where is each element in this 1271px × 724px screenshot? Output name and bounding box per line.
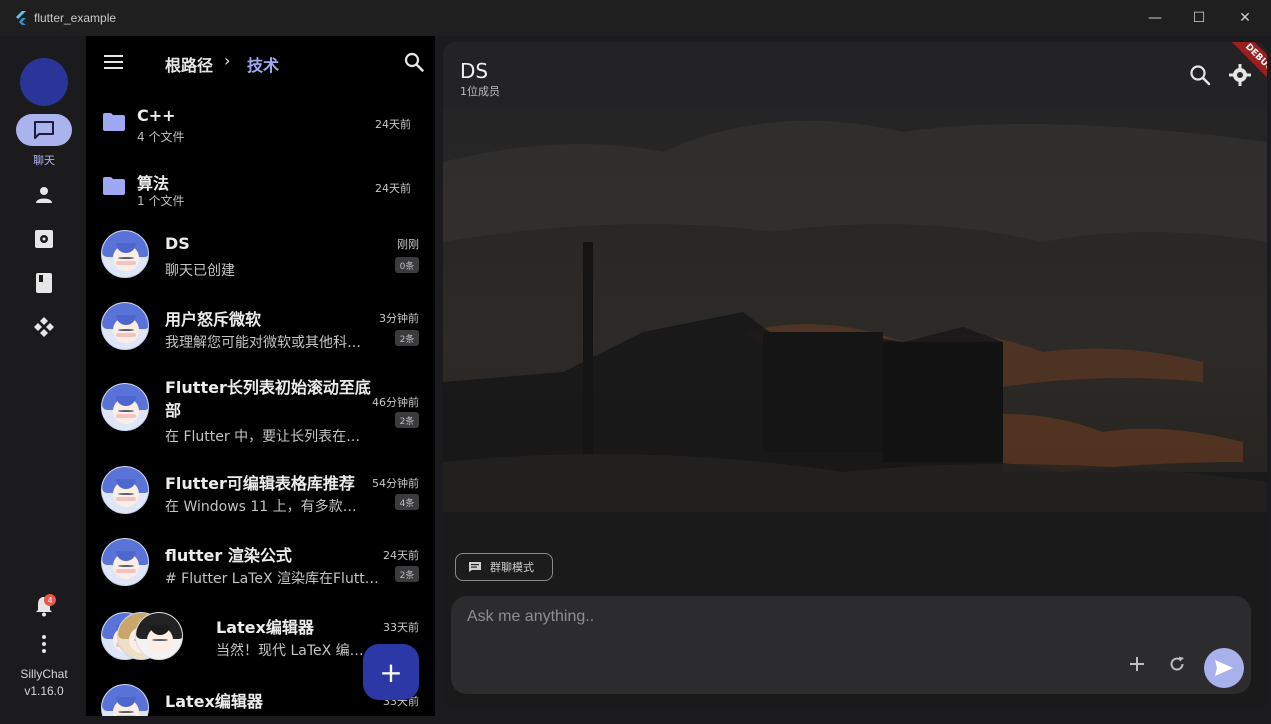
chat-preview: 我理解您可能对微软或其他科技公司有些不满: [165, 335, 367, 351]
chat-name: Latex编辑器: [165, 692, 263, 711]
nav-contacts[interactable]: [32, 183, 56, 207]
folder-name: 算法: [137, 174, 170, 193]
refresh-icon[interactable]: [1168, 655, 1186, 673]
chat-row[interactable]: flutter 渲染公式 # Flutter LaTeX 渲染库在Flutter…: [86, 530, 435, 598]
send-icon: [1215, 660, 1233, 676]
message-count-badge: 4条: [395, 494, 419, 510]
message-count-badge: 2条: [395, 566, 419, 582]
breadcrumb-root[interactable]: 根路径: [165, 52, 213, 76]
chat-title: DS: [460, 59, 489, 83]
search-icon[interactable]: [1189, 64, 1211, 86]
message-composer: Ask me anything..: [451, 596, 1251, 694]
chat-icon: [469, 562, 481, 572]
menu-icon[interactable]: [104, 55, 123, 69]
nav-book[interactable]: [32, 271, 56, 295]
notification-badge: 4: [44, 594, 56, 606]
app-info: SillyChat v1.16.0: [4, 666, 84, 700]
list-header: 根路径 › 技术: [86, 36, 435, 88]
chat-time: 33天前: [383, 621, 419, 634]
chat-preview: 在 Windows 11 上，有多款优秀的可编辑表格库: [165, 499, 367, 515]
window-title: flutter_example: [34, 11, 117, 25]
search-icon[interactable]: [404, 52, 424, 72]
app-version: v1.16.0: [24, 684, 64, 698]
message-count-badge: 2条: [395, 330, 419, 346]
book-icon: [36, 273, 52, 293]
chat-time: 24天前: [383, 549, 419, 562]
folder-file-count: 1 个文件: [137, 194, 185, 208]
avatar: [101, 684, 149, 716]
gear-icon[interactable]: [1229, 64, 1251, 86]
chat-preview: 在 Flutter 中，要让长列表在初始化时滚动到底部: [165, 429, 367, 445]
chat-time: 刚刚: [397, 238, 419, 251]
chat-pane: DS 1位成员 DEBUG 群聊模式 Ask me anything..: [443, 42, 1267, 708]
folder-time: 24天前: [375, 182, 411, 195]
close-button[interactable]: ✕: [1222, 0, 1268, 36]
chat-row[interactable]: 用户怒斥微软 我理解您可能对微软或其他科技公司有些不满 3分钟前 2条: [86, 294, 435, 362]
maximize-button[interactable]: ☐: [1176, 0, 1222, 36]
chat-name: flutter 渲染公式: [165, 546, 292, 565]
folder-time: 24天前: [375, 118, 411, 131]
person-icon: [36, 187, 52, 203]
group-mode-label: 群聊模式: [490, 561, 534, 574]
group-mode-chip[interactable]: 群聊模式: [455, 553, 553, 581]
add-icon[interactable]: [1128, 655, 1146, 673]
message-count-badge: 2条: [395, 412, 419, 428]
send-button[interactable]: [1204, 648, 1244, 688]
avatar: [101, 538, 149, 586]
breadcrumb-chevron-icon: ›: [224, 51, 231, 70]
chat-name: 用户怒斥微软: [165, 310, 262, 329]
chat-preview: # Flutter LaTeX 渲染库在Flutter中的使用: [165, 571, 379, 587]
chat-row[interactable]: DS 聊天已创建 刚刚 0条: [86, 222, 435, 290]
avatar: [135, 612, 183, 660]
group-avatar: [101, 612, 185, 660]
avatar: [101, 230, 149, 278]
minimize-button[interactable]: —: [1132, 0, 1178, 36]
chat-header: DS 1位成员: [443, 42, 1267, 108]
avatar: [101, 383, 149, 431]
chat-time: 54分钟前: [372, 477, 419, 490]
nav-gamepad[interactable]: [32, 315, 56, 339]
nav-settings[interactable]: [32, 227, 56, 251]
folder-name: C++: [137, 106, 176, 125]
flutter-logo-icon: [16, 11, 26, 25]
chat-name: Latex编辑器: [216, 618, 314, 637]
chat-name: Flutter可编辑表格库推荐: [165, 474, 355, 493]
breadcrumb-current[interactable]: 技术: [247, 52, 279, 76]
more-options-icon[interactable]: [32, 632, 56, 656]
nav-chat-label: 聊天: [33, 154, 55, 167]
chat-row[interactable]: Flutter长列表初始滚动至底部 在 Flutter 中，要让长列表在初始化时…: [86, 366, 435, 452]
gamepad-icon: [34, 317, 54, 337]
chat-time: 46分钟前: [372, 396, 419, 409]
gear-box-icon: [35, 230, 53, 248]
avatar: [101, 302, 149, 350]
chat-name: DS: [165, 234, 190, 253]
chat-icon: [34, 121, 54, 139]
folder-file-count: 4 个文件: [137, 130, 185, 144]
avatar: [101, 466, 149, 514]
folder-row[interactable]: C++ 4 个文件 24天前: [86, 92, 435, 156]
folder-row[interactable]: 算法 1 个文件 24天前: [86, 156, 435, 220]
message-count-badge: 0条: [395, 257, 419, 273]
folder-icon: [103, 113, 125, 131]
nav-chat[interactable]: [16, 114, 72, 146]
navigation-rail: 聊天 4 SillyChat v1.16.0: [4, 36, 84, 716]
chat-preview: 聊天已创建: [165, 263, 235, 279]
title-bar: flutter_example: [0, 0, 1271, 36]
message-input[interactable]: Ask me anything..: [467, 608, 594, 626]
chat-row[interactable]: Flutter可编辑表格库推荐 在 Windows 11 上，有多款优秀的可编辑…: [86, 458, 435, 526]
chat-list-panel: 根路径 › 技术 C++ 4 个文件 24天前 算法 1 个文件 24天前 DS…: [86, 36, 435, 716]
add-chat-button[interactable]: +: [363, 644, 419, 700]
chat-name: Flutter长列表初始滚动至底部: [165, 378, 371, 420]
app-name: SillyChat: [20, 667, 68, 681]
chat-time: 3分钟前: [379, 312, 419, 325]
user-avatar[interactable]: [20, 58, 68, 106]
chat-preview: 当然！现代 LaTeX 编辑器: [216, 643, 366, 659]
member-count: 1位成员: [460, 85, 500, 98]
folder-icon: [103, 177, 125, 195]
